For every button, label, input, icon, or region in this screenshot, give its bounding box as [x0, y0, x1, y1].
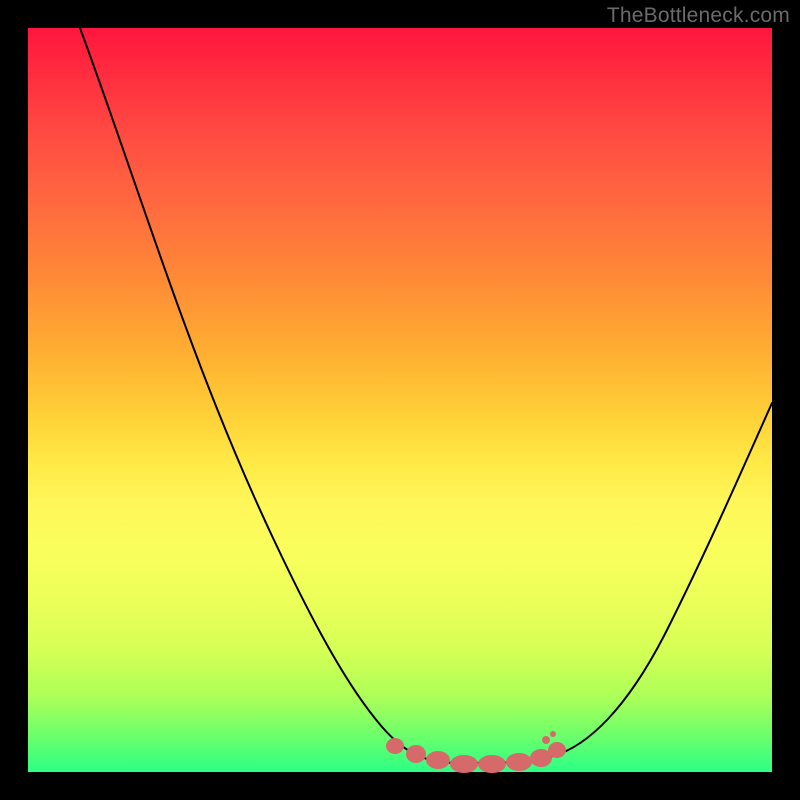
- chart-frame: TheBottleneck.com: [0, 0, 800, 800]
- watermark-text: TheBottleneck.com: [607, 4, 790, 28]
- bottleneck-curve: [80, 28, 772, 763]
- plot-area: [28, 28, 772, 772]
- trough-marker: [386, 731, 566, 773]
- curve-overlay: [28, 28, 772, 772]
